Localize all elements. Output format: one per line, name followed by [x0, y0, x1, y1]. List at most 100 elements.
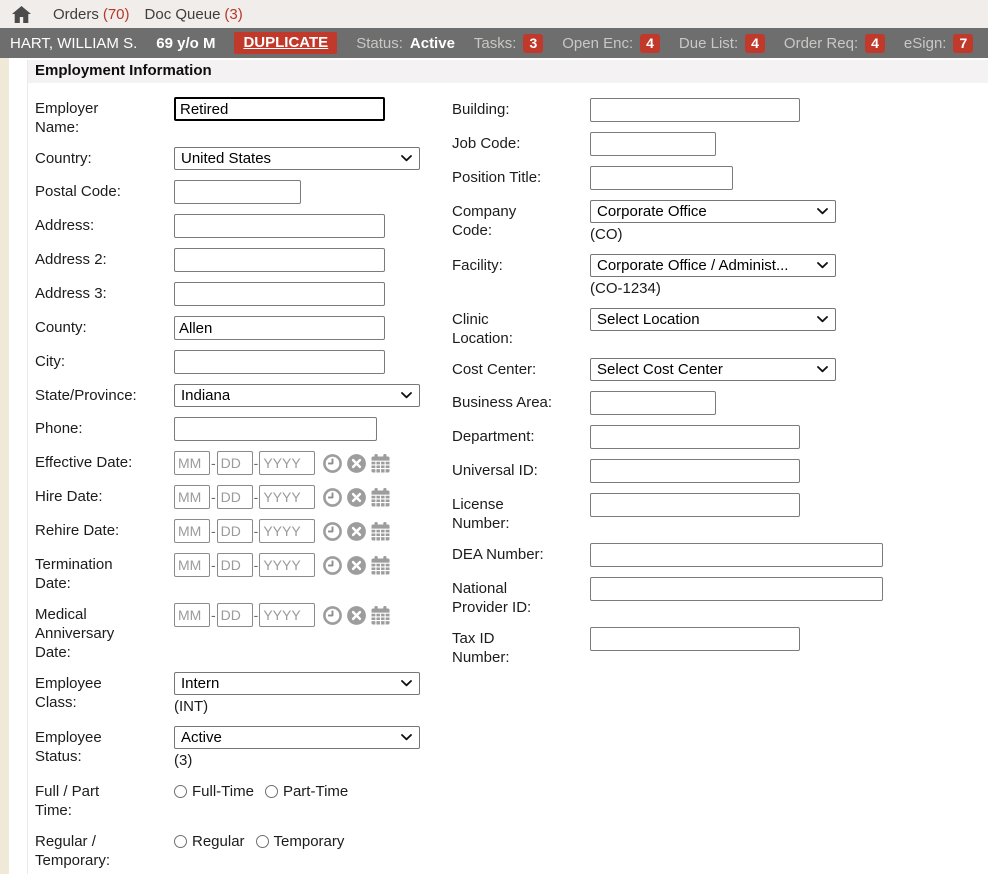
- calendar-icon[interactable]: [370, 487, 391, 508]
- hire-date-dd-input[interactable]: [217, 485, 253, 509]
- order-req-badge[interactable]: 4: [865, 34, 885, 53]
- open-enc-badge[interactable]: 4: [640, 34, 660, 53]
- county-input[interactable]: [174, 316, 385, 340]
- tasks-counter[interactable]: Tasks: 3: [474, 34, 543, 53]
- regular-temporary-option-label-1: Temporary: [274, 833, 345, 850]
- medical-anniversary-date-field: --: [174, 603, 459, 627]
- chevron-down-icon: [401, 155, 412, 162]
- address-input[interactable]: [174, 214, 385, 238]
- clear-icon[interactable]: [346, 521, 367, 542]
- effective-date-dd-input[interactable]: [217, 451, 253, 475]
- country-select[interactable]: United States: [174, 147, 420, 170]
- address-2-input[interactable]: [174, 248, 385, 272]
- clear-icon[interactable]: [346, 605, 367, 626]
- radio-icon[interactable]: [174, 785, 187, 798]
- full-part-time-option-0[interactable]: Full-Time: [174, 783, 254, 800]
- license-number-input[interactable]: [590, 493, 800, 517]
- dea-number-input[interactable]: [590, 543, 883, 567]
- employment-form: Employer Name:Country:United StatesPosta…: [28, 83, 988, 874]
- company-code-select[interactable]: Corporate Office: [590, 200, 836, 223]
- home-icon[interactable]: [12, 6, 31, 23]
- medical-anniversary-date-row: Medical Anniversary Date:--: [35, 603, 459, 662]
- time-icon[interactable]: [322, 521, 343, 542]
- calendar-icon[interactable]: [370, 521, 391, 542]
- position-title-field: [590, 166, 988, 190]
- country-label: Country:: [35, 147, 174, 168]
- universal-id-label: Universal ID:: [452, 459, 590, 480]
- cost-center-select[interactable]: Select Cost Center: [590, 358, 836, 381]
- building-field: [590, 98, 988, 122]
- calendar-icon[interactable]: [370, 555, 391, 576]
- medical-anniversary-date-yyyy-input[interactable]: [259, 603, 315, 627]
- time-icon[interactable]: [322, 487, 343, 508]
- order-req-counter[interactable]: Order Req: 4: [784, 34, 885, 53]
- effective-date-yyyy-input[interactable]: [259, 451, 315, 475]
- employer-name-input[interactable]: [174, 97, 385, 121]
- phone-input[interactable]: [174, 417, 377, 441]
- clear-icon[interactable]: [346, 453, 367, 474]
- esign-badge[interactable]: 7: [953, 34, 973, 53]
- clinic-location-select[interactable]: Select Location: [590, 308, 836, 331]
- tasks-badge[interactable]: 3: [523, 34, 543, 53]
- termination-date-mm-input[interactable]: [174, 553, 210, 577]
- state-province-select[interactable]: Indiana: [174, 384, 420, 407]
- regular-temporary-option-1[interactable]: Temporary: [256, 833, 345, 850]
- universal-id-input[interactable]: [590, 459, 800, 483]
- medical-anniversary-date-dd-input[interactable]: [217, 603, 253, 627]
- calendar-icon[interactable]: [370, 605, 391, 626]
- hire-date-yyyy-input[interactable]: [259, 485, 315, 509]
- address-3-input[interactable]: [174, 282, 385, 306]
- rehire-date-yyyy-input[interactable]: [259, 519, 315, 543]
- city-input[interactable]: [174, 350, 385, 374]
- calendar-icon[interactable]: [370, 453, 391, 474]
- doc-queue-link[interactable]: Doc Queue(3): [145, 6, 243, 23]
- tax-id-number-input[interactable]: [590, 627, 800, 651]
- department-input[interactable]: [590, 425, 800, 449]
- regular-temporary-option-0[interactable]: Regular: [174, 833, 245, 850]
- orders-link[interactable]: Orders(70): [53, 6, 130, 23]
- full-part-time-option-label-1: Part-Time: [283, 783, 348, 800]
- effective-date-field: --: [174, 451, 459, 475]
- state-province-field: Indiana: [174, 384, 459, 407]
- time-icon[interactable]: [322, 605, 343, 626]
- department-label: Department:: [452, 425, 590, 446]
- radio-icon[interactable]: [265, 785, 278, 798]
- esign-counter[interactable]: eSign: 7: [904, 34, 973, 53]
- company-code-code-text: (CO): [590, 225, 988, 244]
- time-icon[interactable]: [322, 453, 343, 474]
- open-enc-counter[interactable]: Open Enc: 4: [562, 34, 660, 53]
- clear-icon[interactable]: [346, 555, 367, 576]
- facility-code-text: (CO-1234): [590, 279, 988, 298]
- medical-anniversary-date-mm-input[interactable]: [174, 603, 210, 627]
- building-input[interactable]: [590, 98, 800, 122]
- hire-date-mm-input[interactable]: [174, 485, 210, 509]
- radio-icon[interactable]: [174, 835, 187, 848]
- employee-class-select[interactable]: Intern: [174, 672, 420, 695]
- duplicate-badge[interactable]: DUPLICATE: [234, 32, 337, 54]
- job-code-input[interactable]: [590, 132, 716, 156]
- termination-date-dd-input[interactable]: [217, 553, 253, 577]
- date-separator: -: [211, 557, 216, 573]
- time-icon[interactable]: [322, 555, 343, 576]
- clinic-location-label: Clinic Location:: [452, 308, 590, 348]
- due-list-badge[interactable]: 4: [745, 34, 765, 53]
- employee-status-field: Active(3): [174, 726, 459, 770]
- clinic-location-row: Clinic Location:Select Location: [452, 308, 988, 348]
- rehire-date-dd-input[interactable]: [217, 519, 253, 543]
- clear-icon[interactable]: [346, 487, 367, 508]
- postal-code-input[interactable]: [174, 180, 301, 204]
- radio-icon[interactable]: [256, 835, 269, 848]
- full-part-time-option-1[interactable]: Part-Time: [265, 783, 348, 800]
- termination-date-row: Termination Date:--: [35, 553, 459, 593]
- form-column-right: Building:Job Code:Position Title:Company…: [452, 98, 988, 677]
- employee-status-select[interactable]: Active: [174, 726, 420, 749]
- rehire-date-mm-input[interactable]: [174, 519, 210, 543]
- business-area-input[interactable]: [590, 391, 716, 415]
- termination-date-yyyy-input[interactable]: [259, 553, 315, 577]
- due-list-counter[interactable]: Due List: 4: [679, 34, 765, 53]
- position-title-input[interactable]: [590, 166, 733, 190]
- national-provider-id-input[interactable]: [590, 577, 883, 601]
- effective-date-row: Effective Date:--: [35, 451, 459, 475]
- effective-date-mm-input[interactable]: [174, 451, 210, 475]
- facility-select[interactable]: Corporate Office / Administ...: [590, 254, 836, 277]
